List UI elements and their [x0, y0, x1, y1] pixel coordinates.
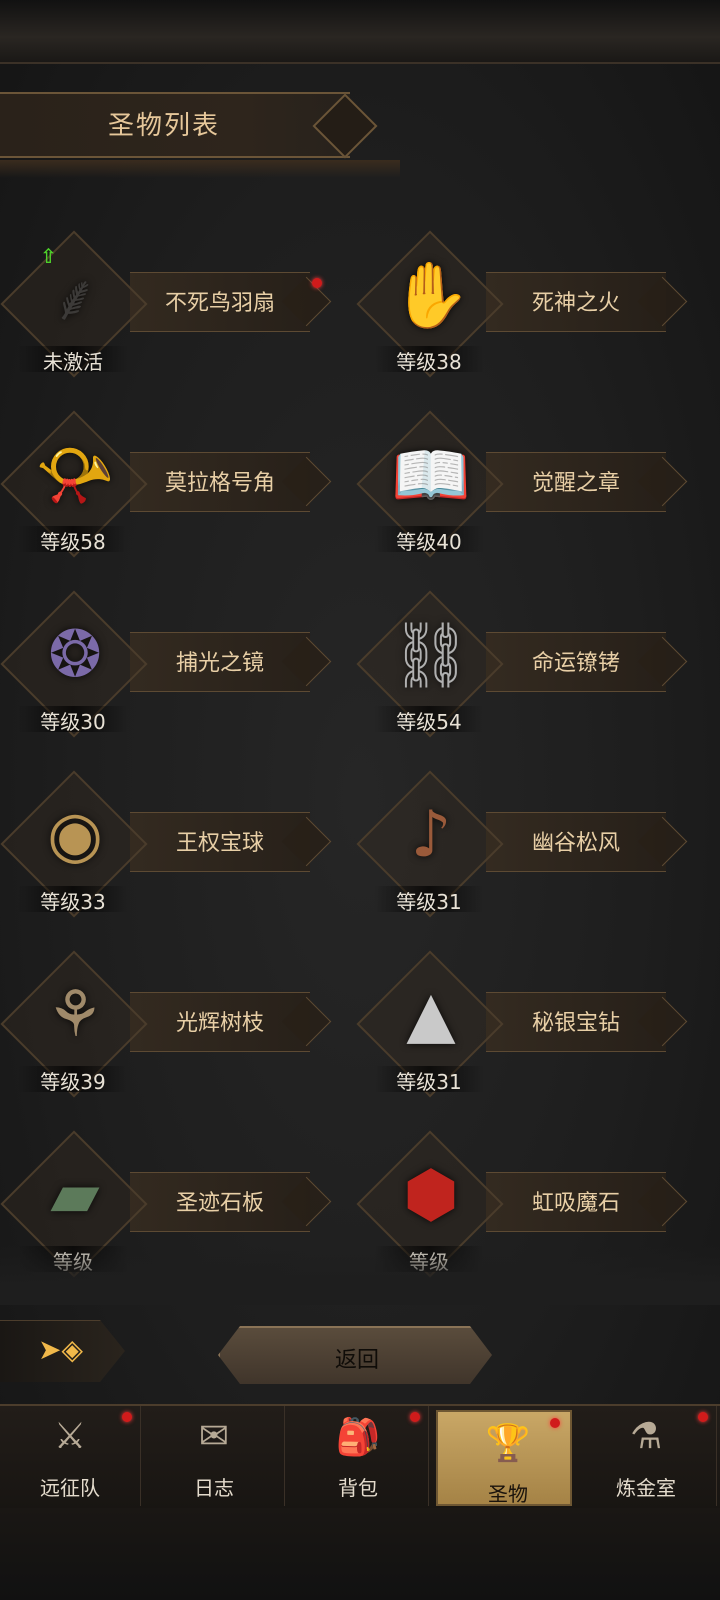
tab-label: 炼金室: [616, 1476, 676, 1500]
relic-name: 秘银宝钻: [531, 1011, 620, 1036]
page-title: 圣物列表: [108, 111, 221, 141]
shackles-icon-glyph: ⛓: [390, 618, 472, 693]
relic-level: 未激活: [18, 346, 128, 374]
pyramid-gem-icon: ▲: [376, 960, 486, 1070]
pyramid-gem-icon-glyph: ▲: [406, 978, 456, 1052]
relic-name: 不死鸟羽扇: [164, 291, 275, 316]
red-stone-icon: ⬢: [376, 1140, 486, 1250]
title-scroll-edge: [0, 160, 400, 178]
back-button-label: 返回: [334, 1348, 379, 1373]
mirror-icon-glyph: ❂: [48, 618, 102, 692]
red-stone-icon-glyph: ⬢: [403, 1158, 459, 1232]
spectral-hand-icon: ✋: [376, 240, 486, 350]
arrow-icon: ➤◈: [38, 1333, 83, 1366]
notification-dot: [698, 1412, 708, 1422]
relic-level: 等级31: [374, 1066, 484, 1094]
chalice-icon: 🏆: [485, 1423, 531, 1464]
notification-dot: [122, 1412, 132, 1422]
relic-level: 等级54: [374, 706, 484, 734]
relic-card[interactable]: ♪ 幽谷松风等级31: [356, 770, 686, 920]
relic-level: 等级33: [18, 886, 128, 914]
tab-label: 背包: [338, 1476, 378, 1500]
relic-level: 等级39: [18, 1066, 128, 1094]
relic-name: 命运镣铐: [531, 651, 620, 676]
feather-fan-icon: ⸙: [20, 240, 130, 350]
horn-icon: 📯: [20, 420, 130, 530]
relic-name: 觉醒之章: [531, 471, 620, 496]
relic-card[interactable]: ⚘ 光辉树枝等级39: [0, 950, 330, 1100]
mirror-icon: ❂: [20, 600, 130, 710]
tab-scroll-map[interactable]: ✉ 日志: [144, 1406, 285, 1506]
list-fade: [0, 1245, 720, 1305]
notification-dot: [410, 1412, 420, 1422]
tab-backpack[interactable]: 🎒 背包: [288, 1406, 429, 1506]
orb-icon: ◉: [20, 780, 130, 890]
relic-card[interactable]: ⸙ 不死鸟羽扇未激活 ⇧: [0, 230, 330, 380]
notification-dot: [312, 278, 322, 288]
notification-dot: [550, 1418, 560, 1428]
tab-label: 远征队: [40, 1476, 100, 1500]
branch-icon: ⚘: [20, 960, 130, 1070]
relic-name: 幽谷松风: [531, 831, 620, 856]
relic-name: 虹吸魔石: [531, 1191, 620, 1216]
tab-alchemy[interactable]: ⚗ 炼金室: [576, 1406, 717, 1506]
relic-name: 莫拉格号角: [164, 471, 275, 496]
branch-icon-glyph: ⚘: [46, 978, 104, 1052]
upgrade-arrow-icon: ⇧: [40, 244, 57, 268]
tab-helmet[interactable]: ⚔ 远征队: [0, 1406, 141, 1506]
tome-icon: 📖: [376, 420, 486, 530]
relic-card[interactable]: 📖 觉醒之章等级40: [356, 410, 686, 560]
relic-level: 等级38: [374, 346, 484, 374]
relic-card[interactable]: ◉ 王权宝球等级33: [0, 770, 330, 920]
relic-name: 死神之火: [531, 291, 620, 316]
tab-chalice[interactable]: 🏆 圣物: [436, 1410, 572, 1506]
alchemy-icon: ⚗: [629, 1416, 663, 1457]
stone-tablet-icon: ▰: [20, 1140, 130, 1250]
relic-name: 光辉树枝: [175, 1011, 264, 1036]
relic-card[interactable]: ⛓ 命运镣铐等级54: [356, 590, 686, 740]
relic-name: 王权宝球: [175, 831, 264, 856]
stone-tablet-icon-glyph: ▰: [50, 1158, 100, 1232]
relic-level: 等级58: [18, 526, 128, 554]
horn-icon-glyph: 📯: [35, 438, 115, 513]
relic-level: 等级31: [374, 886, 484, 914]
top-border: [0, 0, 720, 64]
scroll-map-icon: ✉: [198, 1416, 230, 1457]
spectral-hand-icon-glyph: ✋: [391, 258, 471, 333]
relic-card[interactable]: ❂ 捕光之镜等级30: [0, 590, 330, 740]
relic-card[interactable]: ▲ 秘银宝钻等级31: [356, 950, 686, 1100]
relic-card[interactable]: ✋ 死神之火等级38: [356, 230, 686, 380]
lute-icon: ♪: [376, 780, 486, 890]
tab-label: 圣物: [488, 1482, 528, 1506]
helmet-icon: ⚔: [53, 1416, 87, 1457]
back-button[interactable]: 返回: [218, 1326, 492, 1384]
relic-level: 等级40: [374, 526, 484, 554]
lute-icon-glyph: ♪: [410, 798, 452, 872]
relic-card[interactable]: 📯 莫拉格号角等级58: [0, 410, 330, 560]
tome-icon-glyph: 📖: [391, 438, 471, 513]
relic-name: 圣迹石板: [175, 1191, 264, 1216]
shackles-icon: ⛓: [376, 600, 486, 710]
relic-name: 捕光之镜: [175, 651, 264, 676]
orb-icon-glyph: ◉: [47, 798, 103, 872]
relic-level: 等级30: [18, 706, 128, 734]
backpack-icon: 🎒: [335, 1417, 381, 1458]
bottom-strip: [0, 1508, 720, 1600]
tab-label: 日志: [194, 1476, 234, 1500]
feather-fan-icon-glyph: ⸙: [51, 261, 99, 336]
